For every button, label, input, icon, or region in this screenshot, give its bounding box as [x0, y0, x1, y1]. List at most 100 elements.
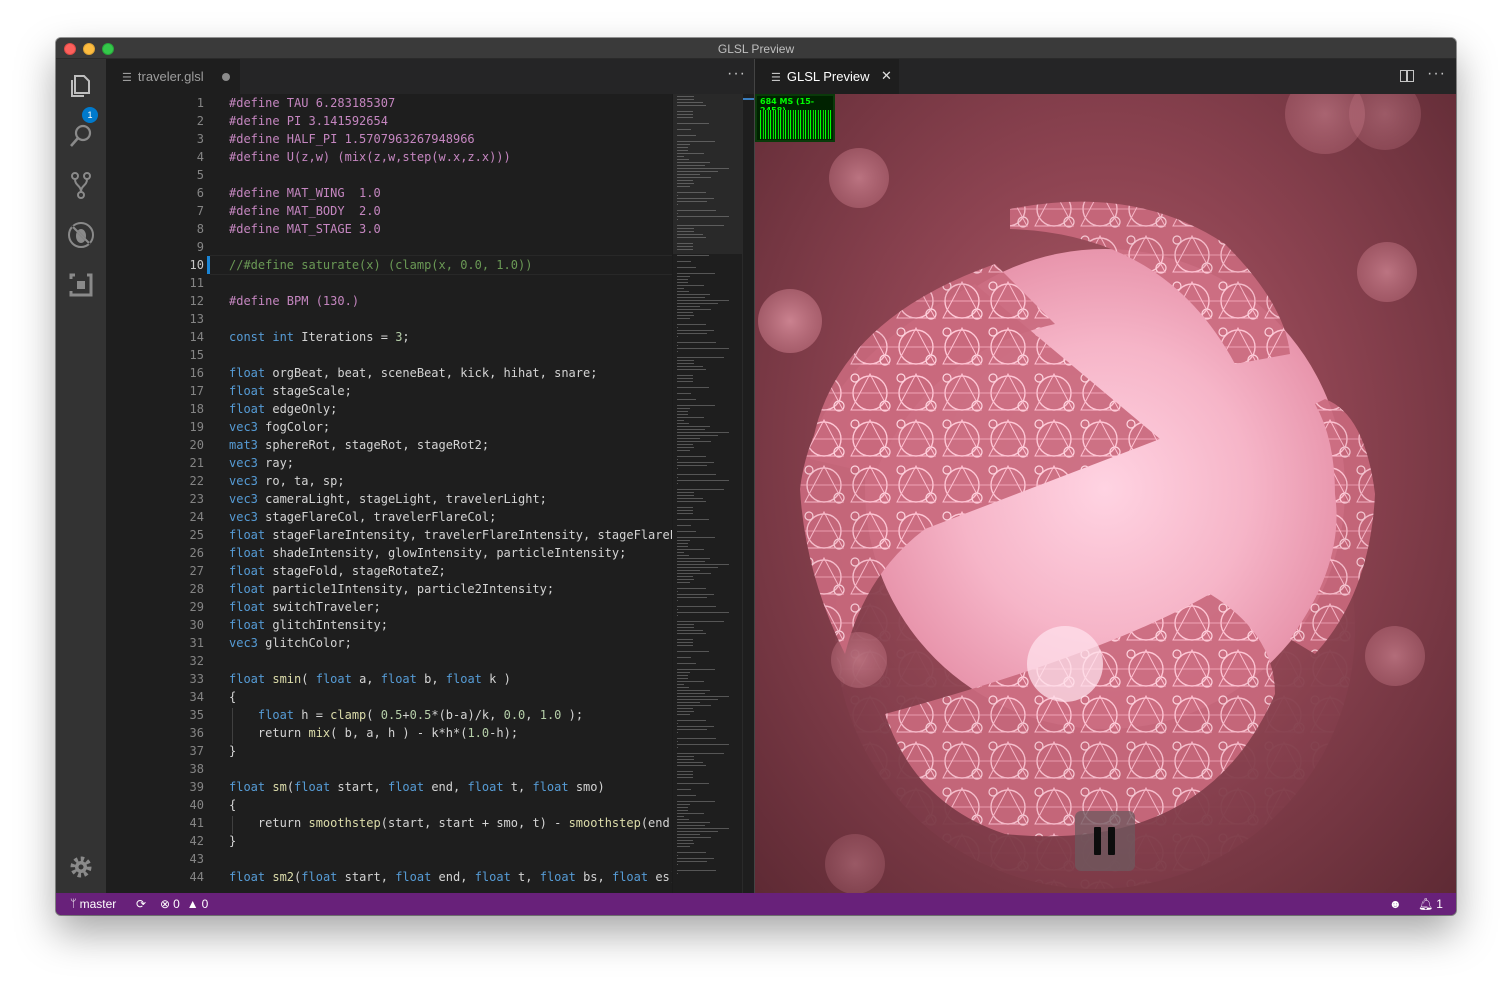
code-line[interactable]: #define BPM (130.): [229, 292, 359, 310]
settings-gear-icon[interactable]: [66, 852, 96, 882]
code-line[interactable]: }: [229, 742, 236, 760]
minimap-line: [677, 228, 694, 229]
minimap-line: [677, 141, 715, 142]
line-number: 1: [196, 96, 204, 110]
shader-canvas[interactable]: 684 MS (15-2458): [755, 94, 1456, 893]
code-token: mat3: [229, 438, 258, 452]
minimap-line: [677, 162, 710, 163]
minimap-line: [677, 831, 718, 832]
minimap-line: [677, 192, 706, 193]
debug-icon[interactable]: [66, 220, 96, 250]
line-number: 12: [189, 294, 204, 308]
minimap-line: [677, 144, 690, 145]
code-line[interactable]: float h = clamp( 0.5+0.5*(b-a)/k, 0.0, 1…: [229, 706, 583, 724]
code-line[interactable]: vec3 stageFlareCol, travelerFlareCol;: [229, 508, 496, 526]
code-line[interactable]: #define PI 3.141592654: [229, 112, 388, 130]
minimap-line: [677, 657, 691, 658]
code-line[interactable]: float stageFlareIntensity, travelerFlare…: [229, 526, 728, 544]
code-line[interactable]: vec3 cameraLight, stageLight, travelerLi…: [229, 490, 547, 508]
code-line[interactable]: {: [229, 796, 236, 814]
git-branch-item[interactable]: ᛘ master: [70, 897, 116, 911]
code-line[interactable]: return mix( b, a, h ) - k*h*(1.0-h);: [229, 724, 518, 742]
line-number: 28: [189, 582, 204, 596]
unsaved-dot-icon[interactable]: [222, 73, 230, 81]
minimap-line: [677, 507, 693, 508]
code-line[interactable]: //#define saturate(x) (clamp(x, 0.0, 1.0…: [229, 256, 532, 274]
code-area[interactable]: 1 2 3 4 5 6 7 8 9 10 11 12 13 14 15 16 17 18 19 20 21 22 23 24 2…: [106, 94, 754, 893]
code-line[interactable]: #define HALF_PI 1.5707963267948966: [229, 130, 475, 148]
code-line[interactable]: float stageScale;: [229, 382, 352, 400]
tab-traveler-glsl[interactable]: ☰ traveler.glsl: [106, 59, 240, 94]
search-icon[interactable]: [66, 121, 96, 151]
pause-button[interactable]: [1075, 811, 1135, 871]
code-line[interactable]: {: [229, 688, 236, 706]
code-line[interactable]: }: [229, 832, 236, 850]
minimap-line: [677, 111, 693, 112]
explorer-icon[interactable]: [66, 71, 96, 101]
minimap-line: [677, 870, 716, 871]
line-number: 43: [189, 852, 204, 866]
code-line[interactable]: float sm2(float start, float end, float …: [229, 868, 677, 886]
code-line[interactable]: #define MAT_STAGE 3.0: [229, 220, 381, 238]
minimap-line: [677, 159, 689, 160]
minimap-line: [677, 426, 710, 427]
line-number: 17: [189, 384, 204, 398]
minimap-line: [677, 267, 696, 268]
code-line[interactable]: float sm(float start, float end, float t…: [229, 778, 605, 796]
code-line[interactable]: vec3 ray;: [229, 454, 294, 472]
code-line[interactable]: #define TAU 6.283185307: [229, 94, 395, 112]
code-line[interactable]: vec3 glitchColor;: [229, 634, 352, 652]
code-token: Iterations =: [294, 330, 396, 344]
code-line[interactable]: float edgeOnly;: [229, 400, 337, 418]
code-line[interactable]: #define MAT_WING 1.0: [229, 184, 381, 202]
vertical-scrollbar[interactable]: [742, 94, 754, 893]
minimap-line: [677, 423, 689, 424]
editor-more-actions-button[interactable]: ···: [727, 65, 746, 83]
source-control-icon[interactable]: [66, 170, 96, 200]
preview-more-actions-button[interactable]: ···: [1427, 65, 1446, 83]
minimap-line: [677, 705, 711, 706]
fps-stats-panel[interactable]: 684 MS (15-2458): [755, 94, 835, 142]
code-token: float: [229, 402, 266, 416]
line-number: 41: [189, 816, 204, 830]
minimap[interactable]: [672, 94, 743, 893]
line-number: 16: [189, 366, 204, 380]
extensions-icon[interactable]: [66, 270, 96, 300]
minimap-line: [677, 351, 678, 352]
code-line[interactable]: vec3 fogColor;: [229, 418, 330, 436]
problems-item[interactable]: ⊗ 0 ▲ 0: [160, 897, 208, 911]
code-line[interactable]: return smoothstep(start, start + smo, t)…: [229, 814, 728, 832]
minimap-line: [677, 177, 711, 178]
split-editor-icon[interactable]: [1400, 70, 1414, 82]
code-line[interactable]: mat3 sphereRot, stageRot, stageRot2;: [229, 436, 489, 454]
code-line[interactable]: float shadeIntensity, glowIntensity, par…: [229, 544, 626, 562]
minimap-line: [677, 246, 693, 247]
feedback-button[interactable]: ☻: [1389, 897, 1402, 911]
code-token: smoothstep: [308, 816, 381, 830]
line-number: 31: [189, 636, 204, 650]
code-line[interactable]: float particle1Intensity, particle2Inten…: [229, 580, 554, 598]
close-icon[interactable]: ✕: [881, 68, 892, 84]
code-line[interactable]: float stageFold, stageRotateZ;: [229, 562, 446, 580]
code-token: float: [380, 672, 417, 686]
minimap-line: [677, 348, 729, 349]
sync-button[interactable]: ⟳: [136, 897, 146, 911]
notification-count: 1: [1436, 897, 1443, 911]
code-line[interactable]: #define MAT_BODY 2.0: [229, 202, 381, 220]
minimap-line: [677, 555, 689, 556]
code-line[interactable]: #define U(z,w) (mix(z,w,step(w.x,z.x))): [229, 148, 511, 166]
tab-glsl-preview[interactable]: ☰ GLSL Preview ✕: [755, 59, 899, 94]
code-line[interactable]: float switchTraveler;: [229, 598, 381, 616]
code-line[interactable]: float smin( float a, float b, float k ): [229, 670, 511, 688]
app-window: GLSL Preview 1 ☰ traveler.glsl ··· 1 2 3…: [56, 38, 1456, 915]
code-line[interactable]: vec3 ro, ta, sp;: [229, 472, 345, 490]
code-line[interactable]: float glitchIntensity;: [229, 616, 388, 634]
code-token: sphereRot, stageRot, stageRot2;: [257, 438, 490, 452]
code-line[interactable]: float orgBeat, beat, sceneBeat, kick, hi…: [229, 364, 597, 382]
minimap-line: [677, 546, 688, 547]
line-number: 32: [189, 654, 204, 668]
minimap-line: [677, 771, 693, 772]
line-number: 37: [189, 744, 204, 758]
code-line[interactable]: const int Iterations = 3;: [229, 328, 410, 346]
notifications-item[interactable]: 🔔︎ 1: [1418, 897, 1443, 911]
